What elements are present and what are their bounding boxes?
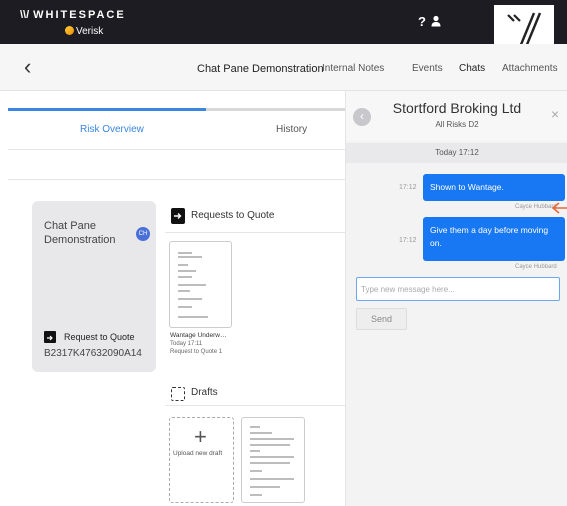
main-panel: Risk Overview History Chat Pane Demonstr… — [0, 91, 345, 506]
upload-draft-label: Upload new draft — [173, 450, 223, 457]
close-icon[interactable]: × — [551, 106, 559, 122]
arrow-left-icon — [551, 202, 567, 214]
card-reference: B2317K47632090A14 — [44, 348, 142, 359]
card-title: Chat Pane Demonstration — [44, 220, 116, 246]
logo-mark: \\/ — [20, 9, 30, 21]
divider — [8, 179, 345, 180]
chat-pane: ‹ Stortford Broking Ltd All Risks D2 × T… — [345, 91, 567, 506]
verisk-text: Verisk — [76, 26, 104, 37]
drafts-icon — [171, 387, 185, 401]
message-sender: Cayce Hubbard — [515, 264, 557, 270]
divider — [165, 405, 345, 406]
divider — [8, 149, 345, 150]
request-doc-meta: Wantage Underw… Today 17:11 Request to Q… — [170, 332, 226, 356]
page-title: Chat Pane Demonstration — [197, 63, 324, 75]
request-doc-caption: Request to Quote 1 — [170, 349, 223, 355]
verisk-dot-icon — [65, 26, 74, 35]
request-doc-time: Today 17:11 — [170, 341, 203, 347]
verisk-logo: Verisk — [65, 26, 103, 37]
document-arrow-icon — [44, 331, 56, 343]
request-doc-name: Wantage Underw… — [170, 332, 227, 339]
drafts-title: Drafts — [191, 387, 218, 398]
avatar: CH — [136, 227, 150, 241]
date-separator: Today 17:12 — [346, 143, 567, 163]
tab-indicator-inactive — [206, 108, 345, 111]
document-arrow-icon — [171, 208, 185, 224]
message-bubble: Shown to Wantage. — [423, 174, 565, 201]
whitespace-logo[interactable]: \\/WHITESPACE — [20, 9, 126, 21]
upload-draft-button[interactable]: + Upload new draft — [169, 417, 234, 503]
nav-bar: ‹ Chat Pane Demonstration Internal Notes… — [0, 44, 567, 91]
top-bar: \\/WHITESPACE Verisk ? — [0, 0, 567, 53]
requests-to-quote-title: Requests to Quote — [191, 210, 275, 221]
chat-subtitle: All Risks D2 — [435, 120, 479, 129]
tab-risk-overview[interactable]: Risk Overview — [80, 124, 144, 135]
user-icon[interactable] — [429, 14, 443, 28]
nav-link-chats[interactable]: Chats — [459, 63, 485, 74]
nav-link-attachments[interactable]: Attachments — [502, 63, 558, 74]
chat-title: Stortford Broking Ltd — [392, 100, 522, 116]
draft-doc-thumbnail[interactable] — [241, 417, 305, 503]
card-doc-label: Request to Quote — [64, 332, 135, 342]
message-time: 17:12 — [399, 184, 417, 191]
message-input[interactable] — [356, 277, 560, 301]
tab-indicator-active — [8, 108, 206, 111]
logo-text: WHITESPACE — [33, 9, 126, 21]
request-doc-thumbnail[interactable] — [169, 241, 232, 328]
nav-link-events[interactable]: Events — [412, 63, 443, 74]
nav-link-internal-notes[interactable]: Internal Notes — [322, 63, 384, 74]
help-icon[interactable]: ? — [418, 14, 426, 29]
chat-header: ‹ Stortford Broking Ltd All Risks D2 × — [346, 91, 567, 141]
tab-bar: Risk Overview History — [8, 108, 345, 140]
back-icon[interactable]: ‹ — [24, 54, 31, 80]
message-bubble: Give them a day before moving on. — [423, 217, 565, 261]
plus-icon: + — [194, 424, 207, 449]
risk-card[interactable]: Chat Pane Demonstration CH Request to Qu… — [32, 201, 156, 372]
message-time: 17:12 — [399, 237, 417, 244]
divider — [165, 232, 345, 233]
send-button[interactable]: Send — [356, 308, 407, 330]
tab-history[interactable]: History — [276, 124, 307, 135]
